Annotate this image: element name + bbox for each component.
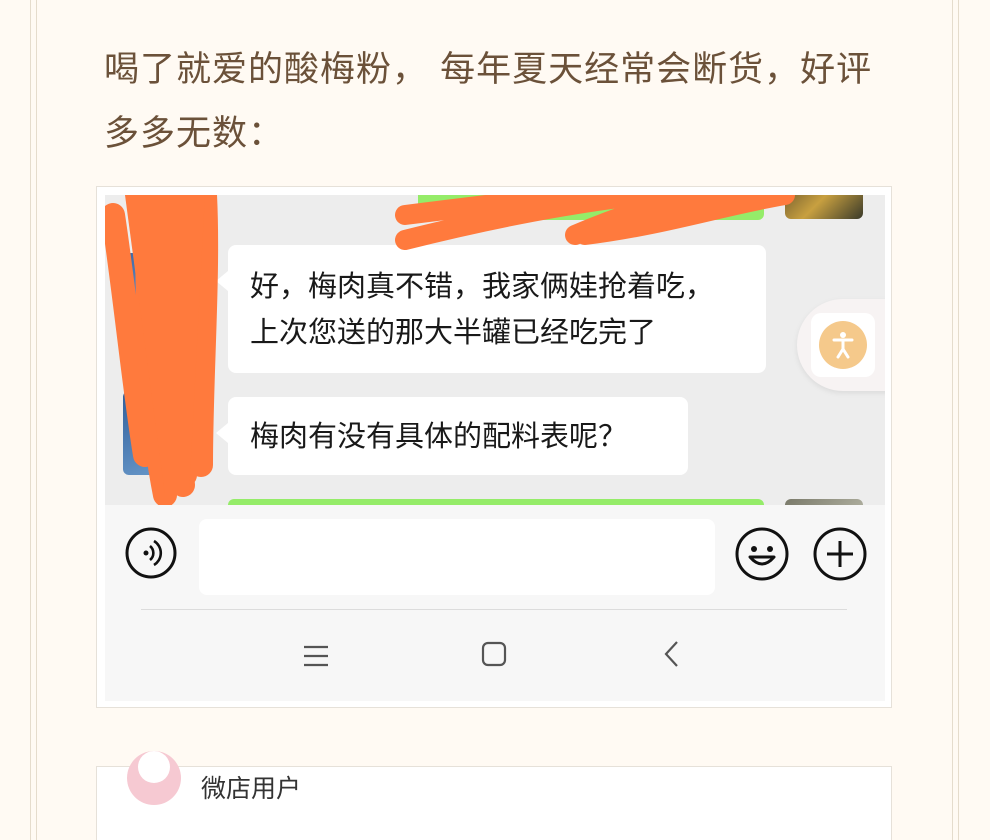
accessibility-floating-button[interactable] (797, 299, 885, 391)
chat-message-area: 好，梅肉真不错，我家俩娃抢着吃， 上次您送的那大半罐已经吃完了 梅肉有没有具体的… (105, 195, 885, 505)
divider (141, 609, 847, 610)
menu-icon (304, 645, 328, 667)
message-text: 梅肉有没有具体的配料表呢？ (250, 419, 628, 453)
review-user-name: 微店用户 (201, 774, 302, 803)
chat-input-bar (105, 505, 885, 605)
home-icon (481, 641, 507, 667)
message-input[interactable] (199, 519, 715, 595)
frame-border-right (958, 0, 959, 840)
received-message-bubble: 好，梅肉真不错，我家俩娃抢着吃， 上次您送的那大半罐已经吃完了 (216, 245, 766, 373)
accessibility-icon (819, 321, 867, 369)
frame-border-left (30, 0, 31, 840)
review-card: 微店用户 (96, 751, 892, 840)
frame-border-right-inner (952, 0, 953, 840)
system-navigation-bar (105, 605, 885, 701)
home-button[interactable] (479, 639, 509, 669)
accessibility-button-inner (811, 313, 875, 377)
avatar (123, 391, 207, 475)
voice-button[interactable] (125, 527, 177, 579)
voice-icon (125, 527, 177, 579)
message-text-line: 好，梅肉真不错，我家俩娃抢着吃， (250, 269, 715, 303)
article-page: 喝了就爱的酸梅粉， 每年夏天经常会断货，好评多多无数： 好，梅肉真不错，我家俩娃… (0, 0, 990, 840)
chat-screenshot-card: 好，梅肉真不错，我家俩娃抢着吃， 上次您送的那大半罐已经吃完了 梅肉有没有具体的… (96, 186, 892, 708)
received-message-bubble: 梅肉有没有具体的配料表呢？ (216, 397, 688, 475)
back-button[interactable] (657, 639, 687, 669)
back-icon (664, 641, 678, 667)
emoji-icon (735, 527, 789, 581)
menu-button[interactable] (301, 641, 331, 671)
sent-bubble-partial (418, 195, 764, 220)
emoji-button[interactable] (735, 527, 789, 581)
chat-screenshot: 好，梅肉真不错，我家俩娃抢着吃， 上次您送的那大半罐已经吃完了 梅肉有没有具体的… (105, 195, 885, 701)
intro-paragraph: 喝了就爱的酸梅粉， 每年夏天经常会断货，好评多多无数： (104, 50, 873, 154)
avatar (127, 751, 181, 805)
plus-icon (813, 527, 867, 581)
avatar (785, 195, 863, 219)
frame-border-left-inner (36, 0, 37, 840)
avatar (123, 253, 207, 337)
more-button[interactable] (813, 527, 867, 581)
message-text-line: 上次您送的那大半罐已经吃完了 (250, 315, 657, 349)
